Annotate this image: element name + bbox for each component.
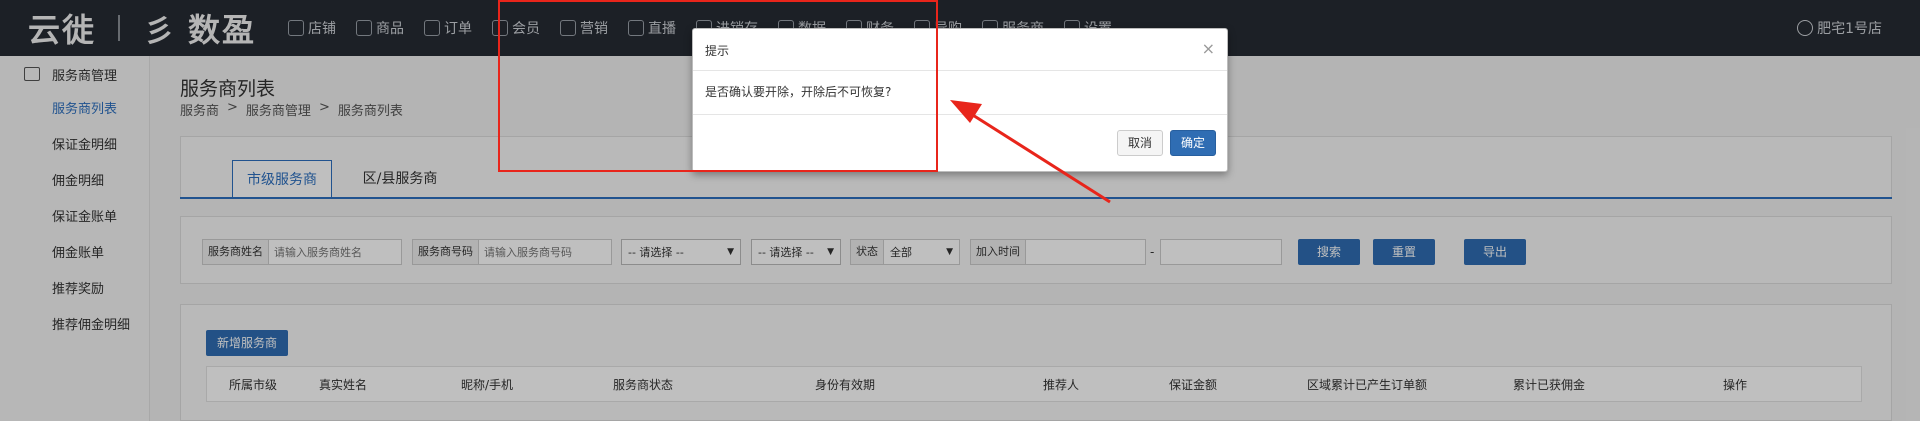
sidebar-item-commission-bill[interactable]: 佣金账单 xyxy=(0,236,149,272)
column-header: 真实姓名 xyxy=(319,378,368,392)
brand-divider xyxy=(118,15,121,41)
provider-name-input[interactable] xyxy=(269,240,424,264)
brand-mark-icon: 彡 xyxy=(144,14,177,49)
brand-logo: 云徙 彡 数盈 xyxy=(0,0,270,56)
user-menu[interactable]: 肥宅1号店 xyxy=(1797,0,1882,56)
brand-secondary: 数盈 xyxy=(188,11,257,49)
date-range-separator: - xyxy=(1150,245,1155,259)
table-header: 所属市级 真实姓名 昵称/手机 服务商状态 身份有效期 推荐人 保证金额 区域累… xyxy=(206,366,1862,402)
sidebar-group-label: 服务商管理 xyxy=(52,68,118,84)
breadcrumb: 服务商 > 服务商管理 > 服务商列表 xyxy=(180,100,403,119)
column-header: 服务商状态 xyxy=(613,378,674,392)
join-time-start-input[interactable] xyxy=(1026,240,1181,264)
provider-code-input[interactable] xyxy=(479,240,634,264)
status-value: 全部 xyxy=(890,246,912,259)
select-value: -- 请选择 -- xyxy=(758,246,814,259)
user-name: 肥宅1号店 xyxy=(1817,21,1882,37)
sidebar-group-header[interactable]: 服务商管理 xyxy=(0,56,149,92)
column-header: 推荐人 xyxy=(1043,378,1080,392)
column-header: 身份有效期 xyxy=(815,378,876,392)
nav-label: 订单 xyxy=(444,21,472,37)
nav-item-orders[interactable]: 订单 xyxy=(414,0,482,56)
provider-code-field: 服务商号码 xyxy=(412,239,634,265)
select-filter-2[interactable]: -- 请选择 -- ▼ xyxy=(751,239,841,265)
select-value: -- 请选择 -- xyxy=(628,246,684,259)
join-time-label: 加入时间 xyxy=(971,240,1026,264)
brand-secondary-group: 彡 数盈 xyxy=(144,5,256,51)
add-provider-button[interactable]: 新增服务商 xyxy=(206,330,288,356)
store-icon xyxy=(24,67,40,81)
search-button[interactable]: 搜索 xyxy=(1298,239,1360,265)
close-icon[interactable]: × xyxy=(1202,39,1215,58)
cart-icon xyxy=(424,20,440,36)
provider-name-label: 服务商姓名 xyxy=(203,240,269,264)
sidebar-item-commission-detail[interactable]: 佣金明细 xyxy=(0,164,149,200)
reset-button[interactable]: 重置 xyxy=(1373,239,1435,265)
nav-label: 商品 xyxy=(376,21,404,37)
breadcrumb-separator: > xyxy=(318,100,330,115)
list-panel xyxy=(180,304,1892,421)
sidebar-item-provider-list[interactable]: 服务商列表 xyxy=(0,92,149,128)
user-avatar-icon xyxy=(1797,20,1814,36)
chevron-down-icon: ▼ xyxy=(827,247,834,257)
chevron-down-icon: ▼ xyxy=(946,247,953,257)
breadcrumb-separator: > xyxy=(227,100,238,115)
join-time-end-field xyxy=(1160,239,1316,265)
breadcrumb-item[interactable]: 服务商 xyxy=(180,100,219,119)
status-select[interactable]: 全部 ▼ xyxy=(884,240,959,264)
select-filter-1[interactable]: -- 请选择 -- ▼ xyxy=(621,239,741,265)
sidebar-item-deposit-bill[interactable]: 保证金账单 xyxy=(0,200,149,236)
nav-label: 店铺 xyxy=(308,21,336,37)
annotation-highlight-box xyxy=(498,0,938,172)
tab-underline xyxy=(180,197,1892,199)
nav-item-store[interactable]: 店铺 xyxy=(278,0,346,56)
page-title: 服务商列表 xyxy=(180,78,276,100)
provider-name-field: 服务商姓名 xyxy=(202,239,424,265)
sidebar-item-referral-commission[interactable]: 推荐佣金明细 xyxy=(0,308,149,344)
column-header: 保证金额 xyxy=(1169,378,1218,392)
sidebar-item-deposit-detail[interactable]: 保证金明细 xyxy=(0,128,149,164)
column-header: 所属市级 xyxy=(229,378,278,392)
breadcrumb-item[interactable]: 服务商管理 xyxy=(246,100,311,119)
confirm-button[interactable]: 确定 xyxy=(1170,130,1216,156)
nav-item-goods[interactable]: 商品 xyxy=(346,0,414,56)
column-header: 昵称/手机 xyxy=(461,378,514,392)
join-time-start-field: 加入时间 xyxy=(970,239,1181,265)
home-icon xyxy=(288,20,304,36)
provider-code-label: 服务商号码 xyxy=(413,240,479,264)
export-button[interactable]: 导出 xyxy=(1464,239,1526,265)
status-label: 状态 xyxy=(851,240,884,264)
tab-city-provider[interactable]: 市级服务商 xyxy=(232,160,332,198)
column-header: 区域累计已产生订单额 xyxy=(1307,378,1428,392)
join-time-end-input[interactable] xyxy=(1161,240,1316,264)
breadcrumb-item: 服务商列表 xyxy=(337,104,403,119)
sidebar: 服务商管理 服务商列表 保证金明细 佣金明细 保证金账单 佣金账单 推荐奖励 推… xyxy=(0,56,150,421)
status-field: 状态 全部 ▼ xyxy=(850,239,960,265)
column-header: 累计已获佣金 xyxy=(1513,378,1586,392)
box-icon xyxy=(356,20,372,36)
brand-primary: 云徙 xyxy=(28,11,97,49)
chevron-down-icon: ▼ xyxy=(727,247,734,257)
tab-district-provider[interactable]: 区/县服务商 xyxy=(350,160,450,198)
cancel-button[interactable]: 取消 xyxy=(1117,130,1163,156)
column-header: 操作 xyxy=(1723,378,1748,392)
sidebar-item-referral-reward[interactable]: 推荐奖励 xyxy=(0,272,149,308)
